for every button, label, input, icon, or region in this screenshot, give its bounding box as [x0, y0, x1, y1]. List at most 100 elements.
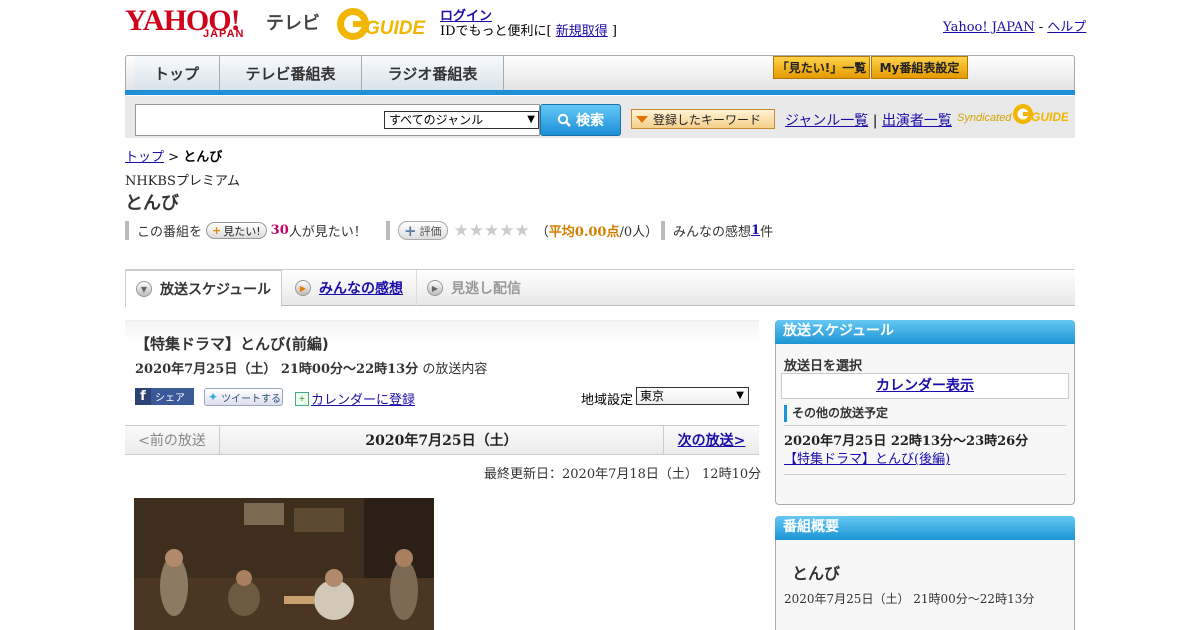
current-date: 2020年7月25日（土） — [365, 433, 518, 449]
mitai-button-label: 見たい! — [223, 224, 261, 238]
tab-impressions-label[interactable]: みんなの感想 — [319, 278, 403, 298]
search-icon — [557, 113, 571, 127]
summary-sidebar-head: 番組概要 — [775, 516, 1075, 540]
mitai-pre-text: この番組を — [137, 225, 203, 240]
calendar-show-button[interactable]: カレンダー表示 — [781, 373, 1069, 399]
chevron-down-icon: ▼ — [136, 281, 152, 297]
cast-list-link[interactable]: 出演者一覧 — [882, 113, 952, 129]
prev-broadcast: <前の放送 — [125, 426, 220, 454]
svg-text:GUIDE: GUIDE — [1031, 110, 1068, 124]
select-date-label: 放送日を選択 — [784, 359, 863, 374]
episode-time-bold: 2020年7月25日（土） 21時00分～22時13分 — [135, 362, 419, 377]
avg-label: 平均 — [548, 225, 575, 240]
divider — [784, 425, 1066, 426]
nav-tab-top[interactable]: トップ — [134, 56, 220, 90]
kanso-pre: みんなの感想 — [673, 225, 752, 240]
play-icon: ▶ — [427, 280, 443, 296]
summary-time: 2020年7月25日（土） 21時00分～22時13分 — [784, 592, 1035, 606]
login-sub-pre: IDでもっと便利に[ — [440, 24, 556, 39]
avg-pre: （ — [535, 225, 549, 240]
keyword-button-label: 登録したキーワード — [653, 112, 762, 127]
share-label: シェア — [155, 393, 185, 404]
tv-logo-text[interactable]: テレビ — [266, 9, 320, 35]
tweet-label: ツイートする — [221, 393, 282, 405]
rate-button-label: 評価 — [419, 224, 442, 238]
facebook-icon: f — [135, 388, 151, 405]
summary-title: とんび — [792, 564, 841, 583]
rating-row: + 評価 ★★★★★ （平均 0.00点/0人） — [386, 220, 658, 241]
signup-link[interactable]: 新規取得 — [556, 24, 608, 39]
breadcrumb-separator: > — [164, 150, 184, 165]
plus-icon: + — [212, 224, 222, 237]
g-guide-logo[interactable]: GUIDE — [335, 6, 435, 42]
breadcrumb: トップ > とんび — [125, 146, 222, 165]
region-select[interactable]: 東京 ▼ — [636, 387, 749, 405]
program-photo-image — [134, 498, 434, 630]
star-rating-icons: ★★★★★ — [453, 220, 530, 241]
triangle-down-icon — [636, 115, 648, 123]
calendar-register-link[interactable]: カレンダーに登録 — [311, 389, 415, 408]
g-guide-small-logo: GUIDE — [1013, 104, 1068, 124]
play-icon: ▶ — [295, 280, 311, 296]
channel-name: NHKBSプレミアム — [125, 174, 240, 189]
divider — [784, 474, 1066, 475]
yahoo-japan-link[interactable]: Yahoo! JAPAN — [943, 20, 1035, 35]
registered-keyword-button[interactable]: 登録したキーワード — [631, 109, 775, 129]
syndicated-text: Syndicated — [957, 112, 1012, 124]
facebook-share-button[interactable]: f シェア — [135, 388, 194, 405]
mitai-row: この番組を + 見たい! 30 人が見たい！ — [125, 221, 367, 240]
link-separator: - — [1034, 20, 1048, 35]
dropdown-arrow-icon: ▼ — [527, 114, 535, 125]
tweet-button[interactable]: ✦ ツイートする — [204, 388, 283, 406]
tab-impressions[interactable]: ▶ みんなの感想 — [285, 270, 417, 306]
calendar-register[interactable]: + カレンダーに登録 — [295, 389, 415, 408]
calendar-show-link[interactable]: カレンダー表示 — [876, 378, 974, 394]
other-broadcast-link[interactable]: 【特集ドラマ】とんび(後編) — [784, 448, 950, 467]
search-button[interactable]: 検索 — [540, 104, 621, 136]
avg-value: 0.00点 — [574, 225, 620, 240]
tab-missed-label: 見逃し配信 — [451, 281, 521, 297]
plus-icon: + — [404, 221, 417, 240]
nav-tab-tv[interactable]: テレビ番組表 — [220, 56, 362, 90]
twitter-bird-icon: ✦ — [208, 390, 219, 404]
rate-button[interactable]: + 評価 — [398, 221, 448, 240]
yahoo-japan-logo-text: JAPAN — [203, 28, 245, 40]
divider — [661, 221, 665, 240]
mitai-post-text: 人が見たい！ — [288, 225, 367, 240]
other-broadcast-time: 2020年7月25日 22時13分～23時26分 — [784, 434, 1029, 449]
mitai-count: 30 — [270, 223, 289, 238]
top-right-links: Yahoo! JAPAN - ヘルプ — [943, 16, 1086, 35]
kanso-post: 件 — [760, 225, 774, 240]
impressions-count-row: みんなの感想 1件 — [661, 221, 773, 240]
program-photo — [134, 498, 434, 630]
svg-text:GUIDE: GUIDE — [365, 18, 427, 39]
link-separator: | — [868, 113, 882, 129]
region-select-value: 東京 — [640, 389, 665, 403]
mitai-list-button[interactable]: 「見たい!」一覧 — [773, 56, 870, 79]
breadcrumb-current: とんび — [183, 150, 223, 165]
dropdown-arrow-icon: ▼ — [736, 390, 744, 401]
kanso-count-link[interactable]: 1 — [751, 223, 760, 238]
other-broadcasts-label: その他の放送予定 — [784, 405, 888, 422]
episode-time: 2020年7月25日（土） 21時00分～22時13分 の放送内容 — [135, 358, 487, 377]
genre-select-value: すべてのジャンル — [389, 113, 484, 127]
help-link[interactable]: ヘルプ — [1047, 20, 1086, 35]
genre-select[interactable]: すべてのジャンル ▼ — [384, 111, 539, 129]
episode-title: 【特集ドラマ】とんび(前編) — [135, 335, 329, 353]
genre-list-link[interactable]: ジャンル一覧 — [785, 113, 868, 129]
calendar-icon: + — [295, 391, 309, 406]
next-broadcast-link[interactable]: 次の放送> — [678, 430, 746, 450]
next-broadcast[interactable]: 次の放送> — [663, 426, 759, 454]
divider — [386, 221, 390, 240]
nav-tab-radio[interactable]: ラジオ番組表 — [362, 56, 504, 90]
tab-schedule[interactable]: ▼ 放送スケジュール — [125, 270, 282, 307]
schedule-sidebar-head: 放送スケジュール — [775, 320, 1075, 344]
tab-schedule-label: 放送スケジュール — [160, 282, 272, 298]
nav-accent-bar — [125, 90, 1075, 95]
region-label: 地域設定 — [581, 393, 634, 408]
mitai-button[interactable]: + 見たい! — [206, 222, 267, 239]
my-setting-button[interactable]: My番組表設定 — [871, 56, 968, 79]
login-subtext: IDでもっと便利に[ 新規取得 ] — [440, 20, 617, 39]
tab-missed: ▶ 見逃し配信 — [417, 270, 537, 306]
breadcrumb-top-link[interactable]: トップ — [125, 150, 164, 165]
